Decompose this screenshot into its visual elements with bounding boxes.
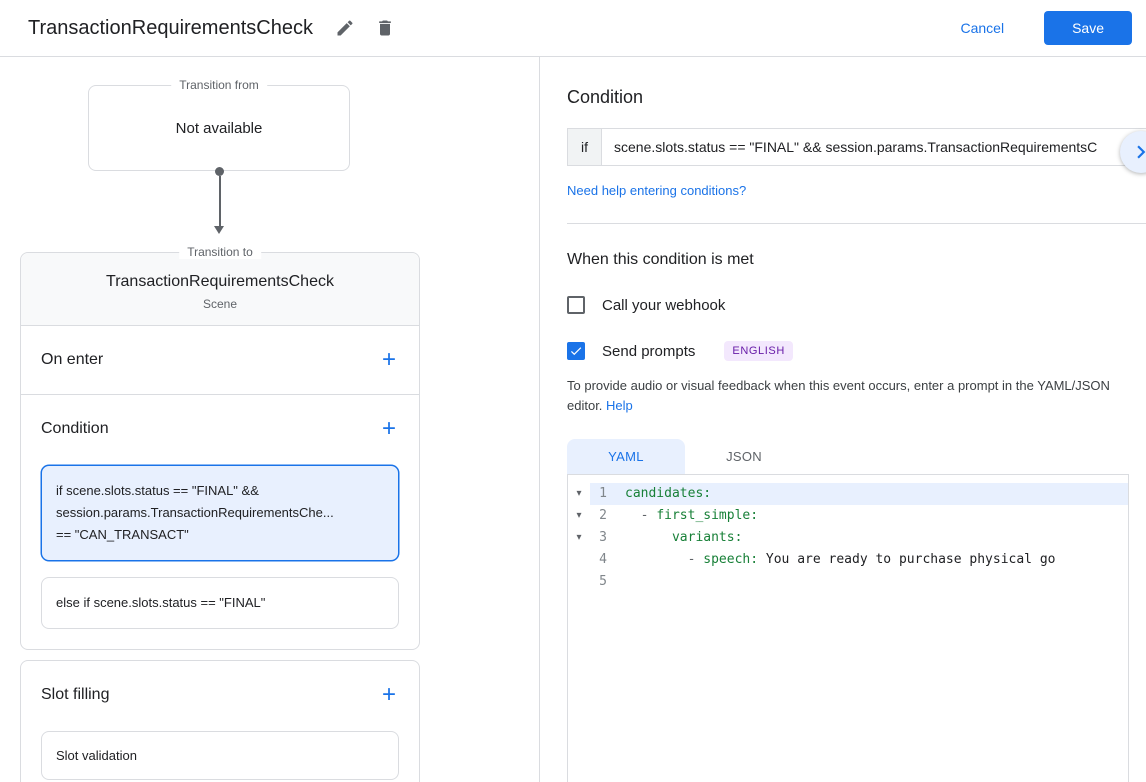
- code-text[interactable]: variants:: [616, 527, 1128, 549]
- save-button[interactable]: Save: [1044, 11, 1132, 45]
- when-condition-met-title: When this condition is met: [567, 251, 754, 268]
- scene-card: Transition to TransactionRequirementsChe…: [20, 245, 420, 650]
- editor-lines: ▾ 1 candidates: ▾ 2 - first_simple: ▾ 3 varian…: [568, 483, 1128, 593]
- pencil-icon: [335, 18, 355, 38]
- if-label: if: [567, 128, 601, 166]
- help-link[interactable]: Help: [606, 398, 633, 413]
- scene-graph-pane: Transition from Not available Transition…: [0, 57, 540, 782]
- line-number: 5: [599, 574, 607, 589]
- editor-line: ▾ 2 - first_simple:: [568, 505, 1128, 527]
- fold-gutter: [568, 571, 590, 593]
- transition-to-subtitle: Scene: [202, 297, 238, 311]
- add-slot-button[interactable]: +: [373, 679, 405, 711]
- condition-item-line: if scene.slots.status == "FINAL" &&: [56, 483, 259, 498]
- on-enter-label: On enter: [41, 351, 104, 368]
- send-prompts-row: Send prompts ENGLISH: [567, 341, 1146, 361]
- delete-scene-button[interactable]: [367, 10, 403, 46]
- condition-item-list: if scene.slots.status == "FINAL" && sessi…: [21, 463, 419, 649]
- transition-dot: [215, 167, 224, 176]
- prompts-description-text: To provide audio or visual feedback when…: [567, 378, 1110, 413]
- code-text[interactable]: [616, 571, 1128, 593]
- fold-gutter: [568, 549, 590, 571]
- editor-line-content: 2 - first_simple:: [590, 505, 1128, 527]
- line-number: 3: [599, 530, 607, 545]
- transition-to-label: Transition to: [179, 245, 261, 259]
- transition-from-box: Transition from Not available: [88, 78, 350, 171]
- send-prompts-checkbox[interactable]: [567, 342, 585, 360]
- main-area: Transition from Not available Transition…: [0, 57, 1146, 782]
- check-icon: [569, 344, 583, 358]
- line-number: 1: [599, 486, 607, 501]
- send-prompts-label: Send prompts: [602, 342, 696, 360]
- add-on-enter-button[interactable]: +: [373, 344, 405, 376]
- webhook-checkbox[interactable]: [567, 296, 585, 314]
- cancel-button[interactable]: Cancel: [950, 12, 1014, 44]
- tab-json[interactable]: JSON: [685, 439, 803, 474]
- transition-from-label: Transition from: [171, 78, 267, 92]
- condition-item-line: session.params.TransactionRequirementsCh…: [56, 505, 334, 520]
- transition-arrow-head: [214, 226, 224, 234]
- transition-from-value: Not available: [175, 119, 263, 137]
- editor-line: ▾ 3 variants:: [568, 527, 1128, 549]
- condition-expression-input[interactable]: [601, 128, 1146, 166]
- transition-graph: Transition from Not available: [0, 57, 539, 252]
- webhook-row: Call your webhook: [567, 296, 1146, 314]
- slot-filling-label: Slot filling: [41, 686, 110, 703]
- condition-item[interactable]: else if scene.slots.status == "FINAL": [41, 577, 399, 629]
- condition-section-header: Condition +: [21, 395, 419, 463]
- condition-expression-row: if: [567, 128, 1146, 166]
- prompts-description: To provide audio or visual feedback when…: [567, 376, 1142, 416]
- editor-tabs: YAML JSON: [567, 439, 1146, 474]
- code-text[interactable]: candidates:: [616, 483, 1128, 505]
- slot-filling-card: Slot filling + Slot validationTransactio…: [20, 660, 420, 782]
- tab-yaml[interactable]: YAML: [567, 439, 685, 474]
- slot-item[interactable]: Slot validation: [41, 731, 399, 780]
- editor-line-content: 5: [590, 571, 1128, 593]
- condition-item-line: == "CAN_TRANSACT": [56, 527, 189, 542]
- on-enter-section: On enter +: [21, 326, 419, 395]
- fold-toggle-icon[interactable]: ▾: [568, 483, 590, 505]
- scene-editor-window: TransactionRequirementsCheck Cancel Save: [0, 0, 1146, 782]
- language-badge: ENGLISH: [724, 341, 793, 361]
- condition-help-link[interactable]: Need help entering conditions?: [567, 183, 746, 198]
- line-number: 2: [599, 508, 607, 523]
- line-number: 4: [599, 552, 607, 567]
- slot-filling-section-header: Slot filling +: [21, 661, 419, 729]
- add-condition-button[interactable]: +: [373, 413, 405, 445]
- condition-section-label: Condition: [41, 420, 109, 437]
- condition-item[interactable]: if scene.slots.status == "FINAL" && sessi…: [41, 465, 399, 561]
- trash-icon: [375, 18, 395, 38]
- yaml-code-editor[interactable]: ▾ 1 candidates: ▾ 2 - first_simple: ▾ 3 varian…: [567, 474, 1129, 782]
- editor-line-content: 3 variants:: [590, 527, 1128, 549]
- editor-line-content: 1 candidates:: [590, 483, 1128, 505]
- editor-line: 4 - speech: You are ready to purchase ph…: [568, 549, 1128, 571]
- top-bar-actions: Cancel Save: [950, 11, 1132, 45]
- section-divider: [567, 223, 1146, 224]
- editor-line-content: 4 - speech: You are ready to purchase ph…: [590, 549, 1128, 571]
- fold-toggle-icon[interactable]: ▾: [568, 527, 590, 549]
- top-bar: TransactionRequirementsCheck Cancel Save: [0, 0, 1146, 57]
- slot-item-list: Slot validationTransactionRequirementsCh…: [21, 729, 419, 782]
- condition-panel-title: Condition: [567, 87, 644, 107]
- condition-item-line: else if scene.slots.status == "FINAL": [56, 595, 266, 610]
- edit-name-button[interactable]: [327, 10, 363, 46]
- editor-line: ▾ 1 candidates:: [568, 483, 1128, 505]
- fold-toggle-icon[interactable]: ▾: [568, 505, 590, 527]
- code-text[interactable]: - first_simple:: [616, 505, 1128, 527]
- chevron-right-icon: [1128, 139, 1146, 165]
- transition-to-header: Transition to TransactionRequirementsChe…: [21, 245, 419, 326]
- condition-detail-pane: Condition if Need help entering conditio…: [540, 57, 1146, 782]
- page-title: TransactionRequirementsCheck: [28, 16, 313, 39]
- transition-arrow-line: [218, 176, 221, 226]
- webhook-label: Call your webhook: [602, 296, 726, 314]
- code-text[interactable]: - speech: You are ready to purchase phys…: [616, 549, 1128, 571]
- editor-line: 5: [568, 571, 1128, 593]
- transition-to-title: TransactionRequirementsCheck: [106, 273, 334, 290]
- title-actions: [327, 10, 403, 46]
